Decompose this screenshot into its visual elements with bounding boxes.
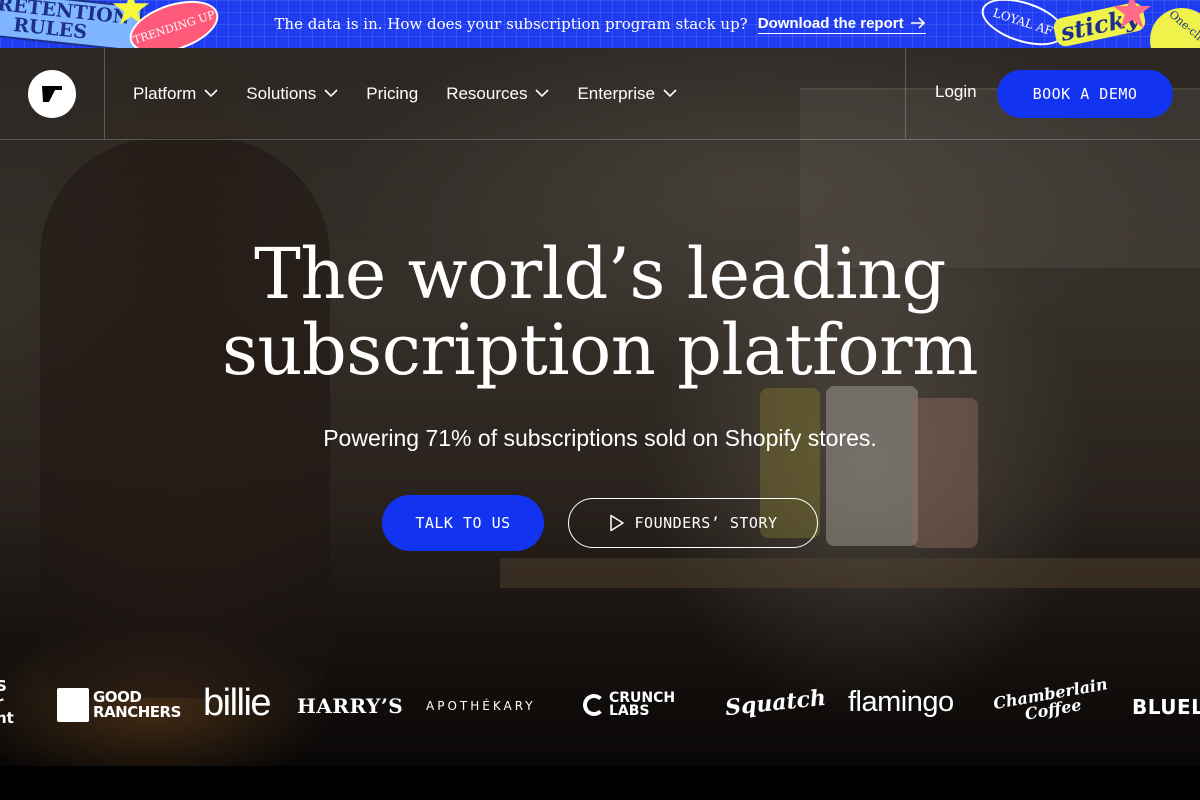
founders-story-label: FOUNDERS’ STORY [634,514,778,532]
chevron-down-icon [204,89,218,98]
banner-text: The data is in. How does your subscripti… [274,15,748,33]
main-nav: Platform Solutions Pricing Resources Ent… [0,48,1200,140]
arrow-right-icon [910,17,925,29]
sticker-text: LOYAL AF [991,5,1055,39]
nav-item-pricing[interactable]: Pricing [366,84,418,104]
sticker-text: One-click [1166,7,1200,48]
hero-background-image [0,48,1200,766]
page-bottom-section [0,766,1200,800]
nav-item-label: Pricing [366,83,419,103]
bluelan-logo: BLUELA [1132,695,1200,719]
nav-item-platform[interactable]: Platform [133,84,218,104]
nav-item-label: Solutions [246,83,317,103]
nav-actions: Login BOOK A DEMO [905,48,1200,139]
squatch-logo: Squatch [723,684,828,722]
logo-mark-icon [42,86,62,102]
customer-logo-strip: S r nt GOOD RANCHERS billie HARRY’S APOT… [0,666,1200,750]
crunch-labs-mark-icon [583,694,605,716]
crunch-labs-logo: CRUNCH LABS [583,691,675,719]
flamingo-logo: flamingo [848,686,954,718]
nav-item-solutions[interactable]: Solutions [246,84,338,104]
logo-text: RANCHERS [93,703,181,721]
harrys-logo: HARRY’S [297,694,404,718]
founders-story-button[interactable]: FOUNDERS’ STORY [568,498,818,548]
hero-subhead: Powering 71% of subscriptions sold on Sh… [323,425,877,451]
headline-line: subscription platform [221,309,979,391]
customer-logo-partial: S r nt [0,678,14,726]
login-link[interactable]: Login [935,82,977,102]
play-icon [609,514,624,532]
book-demo-button[interactable]: BOOK A DEMO [997,70,1173,118]
apothekary-logo: APOTHÉKARY [426,699,536,713]
hero-overlay [0,48,1200,766]
logo-text: r [0,694,14,710]
billie-logo: billie [203,682,272,724]
logo-text: S [0,677,7,695]
hero-headline: The world’s leading subscription platfor… [0,236,1200,388]
download-report-link[interactable]: Download the report [757,14,926,34]
nav-item-label: Resources [446,83,528,103]
nav-menu: Platform Solutions Pricing Resources Ent… [133,48,677,139]
hero-cta-row: TALK TO US FOUNDERS’ STORY [382,495,818,551]
nav-item-enterprise[interactable]: Enterprise [577,83,677,104]
download-report-label: Download the report [757,14,904,32]
chamberlain-coffee-logo: Chamberlain Coffee [992,674,1111,728]
talk-to-us-button[interactable]: TALK TO US [382,495,544,551]
chevron-down-icon [324,89,338,98]
nav-item-resources[interactable]: Resources [446,83,550,104]
logo-cell [0,48,105,139]
chevron-down-icon [535,89,550,98]
good-ranchers-logo: GOOD RANCHERS [57,688,181,722]
recharge-logo-icon[interactable] [28,70,76,118]
chevron-down-icon [663,89,677,98]
logo-text: LABS [609,703,650,719]
logo-text: nt [0,709,14,727]
announcement-banner: RETENTION RULES TRENDING UP The data is … [0,0,1200,48]
headline-line: The world’s leading [254,233,946,315]
nav-item-label: Platform [133,83,197,103]
good-ranchers-badge-icon [57,688,89,722]
nav-item-label: Enterprise [577,83,655,103]
